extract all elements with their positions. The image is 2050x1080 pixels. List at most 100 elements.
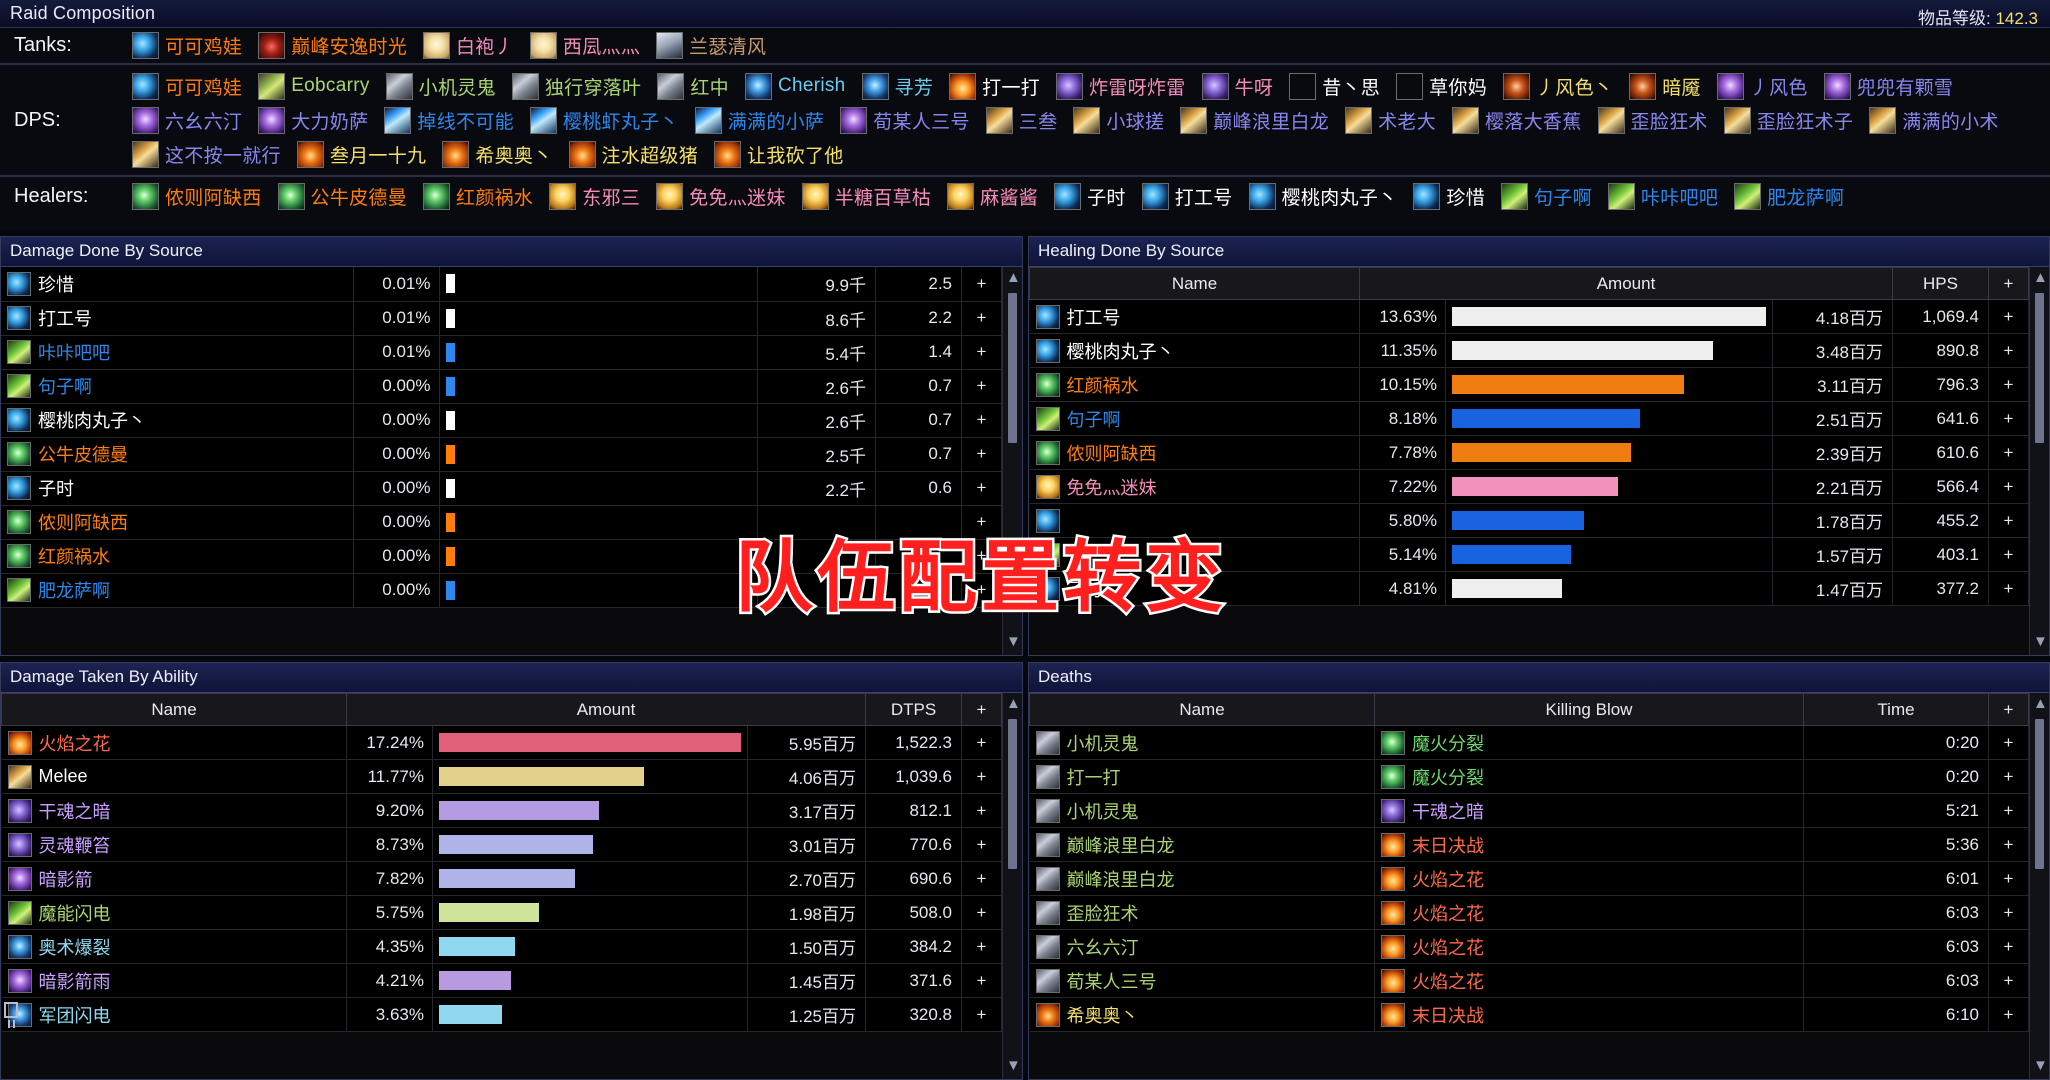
row-expand-button[interactable]: + (1988, 793, 2029, 828)
scroll-up-icon[interactable]: ▲ (1006, 270, 1021, 287)
row-expand-button[interactable]: + (961, 267, 1002, 302)
row-expand-button[interactable]: + (1988, 997, 2029, 1032)
row-name-cell[interactable]: 末日决战 (1374, 997, 1804, 1032)
row-name-cell[interactable]: 魔能闪电 (1, 895, 347, 930)
row-expand-button[interactable]: + (1988, 571, 2029, 606)
table-row[interactable]: 暗影箭雨 4.21% 1.45百万 371.6 + (1, 963, 1002, 998)
table-row[interactable]: 5.14% 1.57百万 403.1 + (1029, 537, 2029, 572)
roster-member[interactable]: 可可鸡娃 (132, 28, 242, 62)
roster-member[interactable]: 巅峰安逸时光 (258, 28, 407, 62)
roster-member[interactable]: 东邪三 (549, 179, 640, 213)
row-expand-button[interactable]: + (961, 539, 1002, 574)
table-row[interactable]: 火焰之花 17.24% 5.95百万 1,522.3 + (1, 725, 1002, 760)
roster-member[interactable]: 注水超级猪 (568, 137, 699, 171)
row-name-cell[interactable]: 军团闪电 (1, 997, 347, 1032)
row-expand-button[interactable]: + (961, 827, 1002, 862)
roster-member[interactable]: 寻芳 (861, 69, 934, 103)
roster-member[interactable]: 红颜祸水 (423, 179, 533, 213)
deaths-col-time[interactable]: Time (1803, 693, 1989, 726)
deaths-col-killing-blow[interactable]: Killing Blow (1374, 693, 1804, 726)
roster-member[interactable]: 打工号 (1141, 179, 1233, 213)
roster-member[interactable]: 樱桃虾丸子丶 (529, 103, 679, 137)
roster-member[interactable]: 打一打 (949, 69, 1040, 103)
roster-member[interactable]: 歪脸狂术 (1597, 103, 1708, 137)
taken-col-name[interactable]: Name (1, 693, 347, 726)
app-edge-icon[interactable] (4, 1002, 26, 1028)
roster-member[interactable]: 草你妈 (1396, 69, 1487, 103)
scrollbar-thumb[interactable] (1008, 293, 1017, 443)
table-row[interactable]: Melee 11.77% 4.06百万 1,039.6 + (1, 759, 1002, 794)
row-name-cell[interactable]: 红颜祸水 (1, 539, 354, 574)
roster-member[interactable]: 希奥奥丶 (442, 137, 552, 171)
roster-member[interactable]: 红中 (657, 69, 729, 103)
scroll-down-icon[interactable]: ▼ (2033, 1058, 2048, 1075)
roster-member[interactable]: 歪脸狂术子 (1723, 103, 1854, 137)
table-row[interactable]: 子时 4.81% 1.47百万 377.2 + (1029, 571, 2029, 606)
row-name-cell[interactable]: 肥龙萨啊 (1, 573, 354, 608)
row-name-cell[interactable]: 六幺六汀 (1029, 929, 1375, 964)
scrollbar-thumb[interactable] (1008, 719, 1017, 869)
table-row[interactable]: 珍惜 0.01% 9.9千 2.5 + (1, 267, 1002, 302)
row-name-cell[interactable] (1029, 537, 1360, 572)
row-name-cell[interactable]: Melee (1, 759, 347, 794)
row-expand-button[interactable]: + (1988, 435, 2029, 470)
row-name-cell[interactable]: 歪脸狂术 (1029, 895, 1375, 930)
row-expand-button[interactable]: + (1988, 759, 2029, 794)
roster-member[interactable]: 公牛皮德曼 (277, 179, 408, 213)
row-name-cell[interactable]: 小机灵鬼 (1029, 725, 1375, 760)
healing-done-header[interactable]: Healing Done By Source (1029, 237, 2049, 267)
row-name-cell[interactable]: 干魂之暗 (1, 793, 347, 828)
table-row[interactable]: 樱桃肉丸子丶 11.35% 3.48百万 890.8 + (1029, 333, 2029, 368)
healing-col-plus[interactable]: + (1988, 267, 2029, 300)
row-expand-button[interactable]: + (1988, 827, 2029, 862)
roster-member[interactable]: Eobcarry (258, 69, 369, 103)
damage-done-body[interactable]: 珍惜 0.01% 9.9千 2.5 + 打工号 0.01% 8.6千 2.2 + 咔咔吧吧 0.01%… (1, 267, 1002, 655)
table-row[interactable]: 公牛皮德曼 0.00% 2.5千 0.7 + (1, 437, 1002, 472)
roster-member[interactable]: 小球搓 (1073, 103, 1164, 137)
row-expand-button[interactable]: + (961, 301, 1002, 336)
roster-member[interactable]: 暗魇 (1629, 69, 1701, 103)
roster-member[interactable]: 满满的小术 (1869, 103, 1999, 137)
table-row[interactable]: 子时 0.00% 2.2千 0.6 + (1, 471, 1002, 506)
row-expand-button[interactable]: + (961, 759, 1002, 794)
row-name-cell[interactable]: 火焰之花 (1374, 963, 1804, 998)
table-row[interactable]: 六幺六汀 火焰之花 6:03 + (1029, 929, 2029, 964)
roster-member[interactable]: 牛呀 (1201, 69, 1274, 103)
row-expand-button[interactable]: + (1988, 469, 2029, 504)
deaths-body[interactable]: Name Killing Blow Time + 小机灵鬼 魔火分裂 0:20 + 打一… (1029, 693, 2029, 1079)
row-name-cell[interactable]: 火焰之花 (1374, 929, 1804, 964)
scrollbar-thumb[interactable] (2035, 719, 2044, 869)
healing-col-amount[interactable]: Amount (1359, 267, 1893, 300)
row-name-cell[interactable]: 免免灬迷妹 (1029, 469, 1360, 504)
deaths-scrollbar[interactable]: ▲ ▼ (2029, 693, 2049, 1079)
row-name-cell[interactable]: 火焰之花 (1374, 895, 1804, 930)
row-name-cell[interactable]: 暗影箭雨 (1, 963, 347, 998)
row-expand-button[interactable]: + (1988, 401, 2029, 436)
row-expand-button[interactable]: + (961, 437, 1002, 472)
taken-col-amount[interactable]: Amount (346, 693, 866, 726)
table-row[interactable]: 5.80% 1.78百万 455.2 + (1029, 503, 2029, 538)
row-name-cell[interactable]: 干魂之暗 (1374, 793, 1804, 828)
damage-done-scrollbar[interactable]: ▲ ▼ (1002, 267, 1022, 655)
roster-member[interactable]: 丿风色丶 (1503, 69, 1613, 103)
row-expand-button[interactable]: + (961, 963, 1002, 998)
row-name-cell[interactable]: 子时 (1029, 571, 1360, 606)
table-row[interactable]: 荀某人三号 火焰之花 6:03 + (1029, 963, 2029, 998)
row-name-cell[interactable]: 末日决战 (1374, 827, 1804, 862)
row-name-cell[interactable]: 红颜祸水 (1029, 367, 1360, 402)
roster-member[interactable]: 兰瑟清风 (656, 28, 766, 62)
table-row[interactable]: 樱桃肉丸子丶 0.00% 2.6千 0.7 + (1, 403, 1002, 438)
table-row[interactable]: 歪脸狂术 火焰之花 6:03 + (1029, 895, 2029, 930)
row-name-cell[interactable]: 珍惜 (1, 267, 354, 302)
taken-col-plus[interactable]: + (961, 693, 1002, 726)
table-row[interactable]: 打工号 13.63% 4.18百万 1,069.4 + (1029, 299, 2029, 334)
table-row[interactable]: 打一打 魔火分裂 0:20 + (1029, 759, 2029, 794)
deaths-col-plus[interactable]: + (1988, 693, 2029, 726)
scroll-down-icon[interactable]: ▼ (2033, 634, 2048, 651)
roster-member[interactable]: 这不按一就行 (132, 137, 281, 171)
scroll-down-icon[interactable]: ▼ (1006, 1058, 1021, 1075)
roster-member[interactable]: 炸雷呀炸雷 (1056, 69, 1186, 103)
table-row[interactable]: 句子啊 8.18% 2.51百万 641.6 + (1029, 401, 2029, 436)
row-name-cell[interactable]: 打一打 (1029, 759, 1375, 794)
roster-member[interactable]: 丿风色 (1716, 69, 1808, 103)
